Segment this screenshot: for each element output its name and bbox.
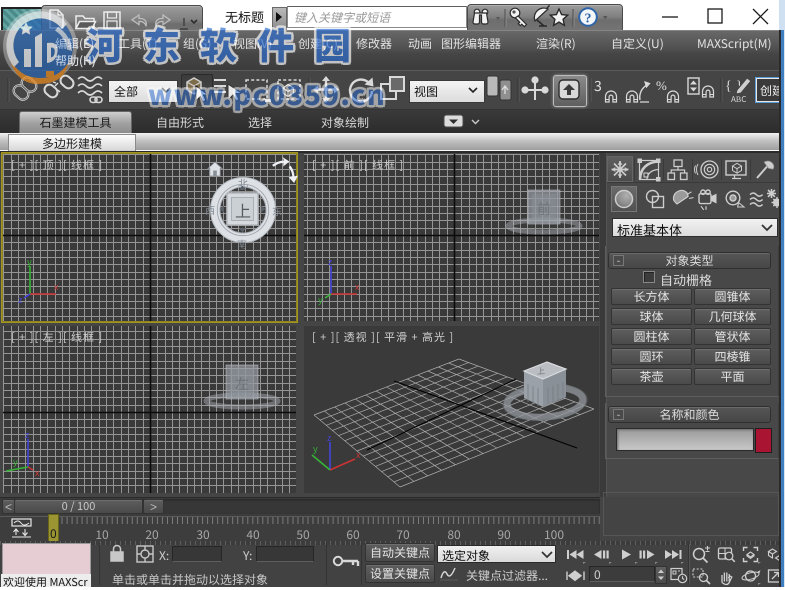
svg-text:20: 20 [145, 526, 159, 541]
svg-text:60: 60 [346, 526, 360, 541]
svg-text:前: 前 [537, 199, 551, 219]
svg-text:x: x [35, 466, 40, 479]
svg-text:y: y [313, 442, 318, 455]
svg-text:3: 3 [594, 76, 602, 96]
svg-text:40: 40 [246, 526, 260, 541]
svg-text:y: y [27, 255, 32, 268]
svg-text:z: z [327, 431, 332, 444]
svg-text:90: 90 [497, 526, 511, 541]
svg-text:东: 东 [272, 203, 282, 218]
svg-text:50: 50 [296, 526, 310, 541]
svg-text:上: 上 [537, 366, 546, 377]
svg-text:x: x [54, 280, 59, 293]
svg-text:100: 100 [544, 526, 564, 541]
svg-text:30: 30 [196, 526, 210, 541]
svg-text:x: x [356, 448, 361, 461]
svg-text:{: { [725, 75, 732, 95]
svg-text:x: x [355, 280, 360, 293]
svg-text:10: 10 [95, 526, 109, 541]
svg-text:z: z [25, 428, 30, 441]
svg-text:z: z [328, 255, 333, 268]
svg-text:80: 80 [447, 526, 461, 541]
svg-text:z: z [18, 293, 23, 306]
svg-text:西: 西 [205, 202, 215, 217]
svg-text:南: 南 [237, 236, 247, 251]
svg-text:y: y [13, 455, 18, 468]
svg-text:?: ? [585, 8, 592, 28]
svg-text:ABC: ABC [731, 94, 746, 105]
svg-text:70: 70 [396, 526, 410, 541]
svg-text:上: 上 [235, 198, 251, 222]
svg-text:y: y [318, 293, 323, 306]
svg-text:%: % [656, 75, 667, 94]
svg-text:左: 左 [235, 374, 249, 394]
